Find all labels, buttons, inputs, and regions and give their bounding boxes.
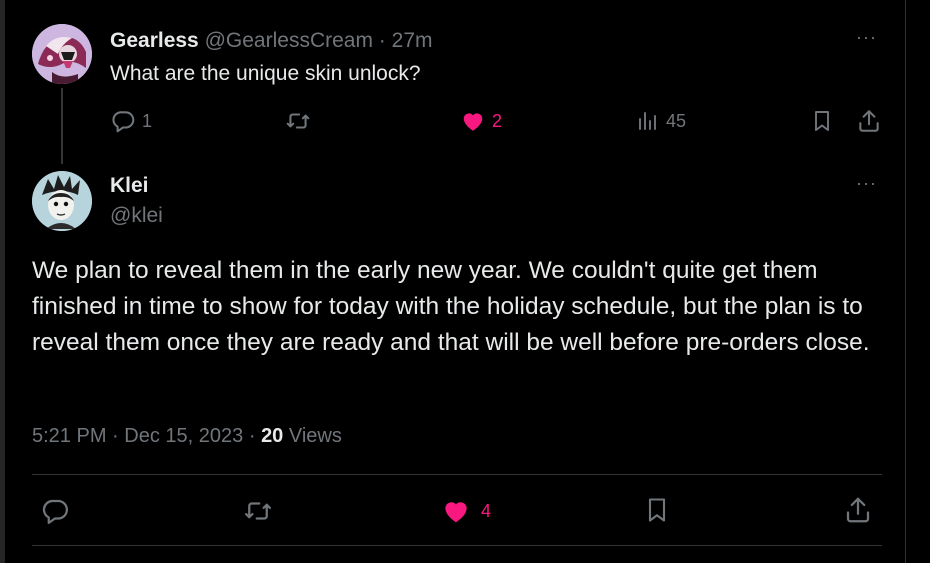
more-icon[interactable]: ··· <box>856 28 877 46</box>
like-count: 4 <box>481 500 492 521</box>
left-panel-border <box>0 0 5 563</box>
share-button[interactable] <box>843 494 873 526</box>
share-icon <box>859 110 879 132</box>
parent-bookmark-button[interactable] <box>810 107 834 135</box>
parent-like-button[interactable]: 2 <box>460 108 502 134</box>
gearless-avatar[interactable] <box>32 24 92 84</box>
post-time[interactable]: 5:21 PM <box>32 425 106 447</box>
like-button[interactable]: 4 <box>441 496 491 526</box>
divider <box>32 474 882 475</box>
views-icon <box>639 112 656 130</box>
views-label: Views <box>288 425 342 447</box>
bookmark-icon <box>648 498 666 522</box>
parent-handle[interactable]: @GearlessCream <box>205 29 373 52</box>
bookmark-button[interactable] <box>643 494 671 526</box>
views-count: 20 <box>261 425 284 447</box>
reply-icon <box>42 499 68 524</box>
thread-connector-line <box>61 88 63 164</box>
parent-views-button[interactable]: 45 <box>636 108 686 134</box>
divider <box>32 545 882 546</box>
main-post-text: We plan to reveal them in the early new … <box>32 257 870 356</box>
heart-icon <box>463 113 483 131</box>
parent-retweet-button[interactable] <box>284 108 312 134</box>
post-metadata: 5:21 PM · Dec 15, 2023 · 20 Views <box>32 423 342 449</box>
parent-display-name[interactable]: Gearless <box>110 29 199 52</box>
parent-reply-count: 1 <box>142 110 153 131</box>
meta-separator: · <box>248 425 256 447</box>
parent-timestamp[interactable]: 27m <box>392 29 433 52</box>
parent-post-text: What are the unique skin unlock? <box>110 62 421 85</box>
post-date[interactable]: Dec 15, 2023 <box>124 425 243 447</box>
parent-like-count: 2 <box>492 110 503 131</box>
reply-icon <box>112 111 135 133</box>
heart-icon <box>445 502 467 523</box>
parent-share-button[interactable] <box>856 107 882 135</box>
parent-post-header: Gearless @GearlessCream · 27m <box>110 28 433 54</box>
bookmark-icon <box>815 111 829 131</box>
klei-avatar[interactable] <box>32 171 92 231</box>
more-icon[interactable]: ··· <box>856 174 877 192</box>
meta-separator: · <box>112 425 119 447</box>
retweet-icon <box>286 113 310 129</box>
retweet-button[interactable] <box>242 496 274 526</box>
tweet-thread-view: Gearless @GearlessCream · 27m ··· What a… <box>0 0 930 563</box>
retweet-icon <box>245 502 271 520</box>
scrollbar-gutter[interactable] <box>906 0 930 563</box>
klei-handle[interactable]: @klei <box>110 203 163 229</box>
parent-view-count: 45 <box>666 110 687 131</box>
reply-button[interactable] <box>40 496 70 526</box>
header-separator: · <box>378 29 386 52</box>
parent-reply-button[interactable]: 1 <box>110 108 152 134</box>
klei-display-name[interactable]: Klei <box>110 173 149 199</box>
share-icon <box>846 497 870 523</box>
